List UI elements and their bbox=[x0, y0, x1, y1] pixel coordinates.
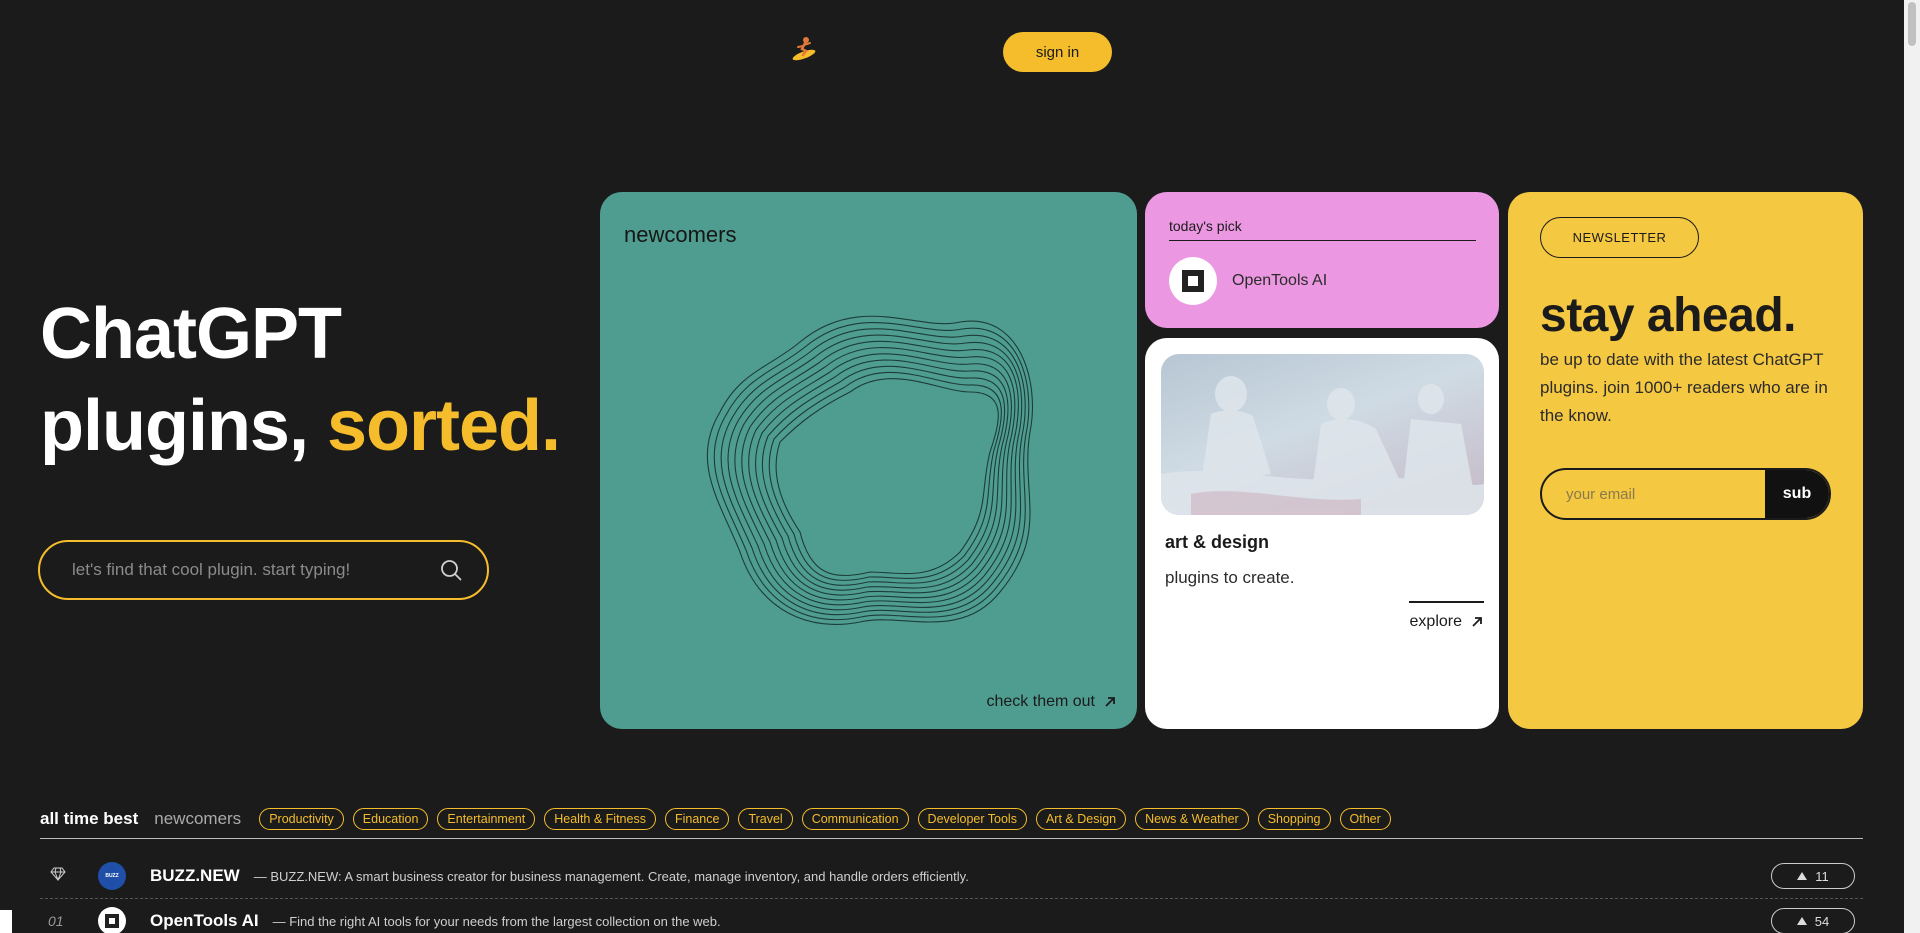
category-chip[interactable]: Shopping bbox=[1257, 808, 1331, 830]
todays-pick-card[interactable]: today's pick OpenTools AI bbox=[1145, 192, 1499, 328]
art-design-divider bbox=[1409, 601, 1484, 603]
page-scrollbar[interactable] bbox=[1904, 0, 1920, 933]
newcomers-card-title: newcomers bbox=[624, 222, 737, 247]
newsletter-form: sub bbox=[1540, 468, 1831, 520]
category-chip[interactable]: Productivity bbox=[259, 808, 344, 830]
vote-count: 11 bbox=[1815, 868, 1829, 884]
category-chip[interactable]: Other bbox=[1339, 808, 1391, 830]
category-chip[interactable]: Health & Fitness bbox=[544, 808, 656, 830]
diamond-icon bbox=[50, 867, 66, 881]
todays-pick-plugin-name[interactable]: OpenTools AI bbox=[1232, 272, 1327, 290]
opentools-logo-icon bbox=[105, 914, 119, 928]
rank-cell bbox=[40, 867, 98, 886]
tab-all-time-best[interactable]: all time best bbox=[40, 809, 138, 829]
opentools-avatar bbox=[1169, 257, 1217, 305]
newcomers-link[interactable]: check them out bbox=[987, 693, 1118, 711]
wave-ring-illustration bbox=[706, 315, 1033, 625]
upvote-arrow-icon bbox=[1797, 872, 1808, 880]
plugin-search[interactable] bbox=[38, 540, 489, 600]
newcomers-card[interactable]: newcomers check them out bbox=[600, 192, 1137, 729]
filter-bar: all time best newcomers Productivity Edu… bbox=[40, 808, 1400, 830]
search-icon[interactable] bbox=[439, 558, 463, 582]
hero-title-white: plugins, bbox=[40, 386, 327, 466]
category-chip[interactable]: Art & Design bbox=[1035, 808, 1127, 830]
plugin-name[interactable]: OpenTools AI bbox=[150, 911, 259, 931]
todays-pick-label: today's pick bbox=[1169, 218, 1242, 234]
sign-in-button[interactable]: sign in bbox=[1003, 32, 1112, 72]
category-chip[interactable]: Communication bbox=[801, 808, 909, 830]
buzz-new-avatar: BUZZ bbox=[98, 862, 126, 890]
rank-number: 01 bbox=[48, 913, 64, 929]
hero-title: ChatGPT plugins, sorted. bbox=[40, 288, 561, 472]
newsletter-card: NEWSLETTER stay ahead. be up to date wit… bbox=[1508, 192, 1863, 729]
newcomers-link-label: check them out bbox=[986, 693, 1096, 710]
upvote-arrow-icon bbox=[1796, 917, 1807, 925]
search-input[interactable] bbox=[72, 560, 439, 580]
newsletter-badge: NEWSLETTER bbox=[1540, 217, 1699, 258]
filter-divider bbox=[40, 838, 1863, 839]
opentools-avatar bbox=[98, 907, 126, 933]
category-chip[interactable]: News & Weather bbox=[1135, 808, 1249, 830]
category-chip[interactable]: Entertainment bbox=[437, 808, 536, 830]
hero-title-line2: plugins, sorted. bbox=[40, 380, 561, 472]
buzz-new-logo-icon: BUZZ bbox=[105, 873, 119, 879]
explore-link[interactable]: explore bbox=[1410, 613, 1484, 631]
plugin-row[interactable]: 01 OpenTools AI — Find the right AI tool… bbox=[40, 899, 1863, 933]
art-design-card[interactable]: art & design plugins to create. explore bbox=[1145, 338, 1499, 729]
surfer-logo-icon[interactable] bbox=[790, 34, 818, 62]
subscribe-button[interactable]: sub bbox=[1765, 470, 1829, 518]
explore-link-label: explore bbox=[1409, 613, 1462, 630]
todays-pick-divider bbox=[1169, 240, 1476, 241]
page: sign in ChatGPT plugins, sorted. newcome… bbox=[0, 0, 1904, 933]
arrow-up-right-icon bbox=[1105, 697, 1115, 707]
plugin-description: — BUZZ.NEW: A smart business creator for… bbox=[253, 868, 969, 884]
hero-title-accent: sorted. bbox=[326, 386, 561, 466]
art-design-title: art & design bbox=[1165, 532, 1270, 552]
category-chip[interactable]: Travel bbox=[738, 808, 793, 830]
plugin-description: — Find the right AI tools for your needs… bbox=[272, 913, 721, 929]
newsletter-title: stay ahead. bbox=[1540, 289, 1796, 342]
newsletter-text: be up to date with the latest ChatGPT pl… bbox=[1540, 350, 1828, 425]
category-chip[interactable]: Developer Tools bbox=[917, 808, 1027, 830]
upvote-button[interactable]: 54 bbox=[1771, 908, 1855, 933]
email-field[interactable] bbox=[1542, 470, 1765, 518]
feedback-tab[interactable] bbox=[0, 910, 12, 933]
scrollbar-thumb[interactable] bbox=[1908, 2, 1916, 46]
statue-image bbox=[1161, 354, 1484, 515]
opentools-logo-icon bbox=[1182, 270, 1204, 292]
category-chip[interactable]: Finance bbox=[664, 808, 730, 830]
tab-newcomers[interactable]: newcomers bbox=[154, 809, 241, 829]
plugin-name[interactable]: BUZZ.NEW bbox=[150, 866, 240, 886]
upvote-button[interactable]: 11 bbox=[1771, 863, 1855, 889]
art-design-subtitle: plugins to create. bbox=[1165, 568, 1295, 587]
vote-count: 54 bbox=[1814, 913, 1830, 929]
plugin-row[interactable]: BUZZ BUZZ.NEW — BUZZ.NEW: A smart busine… bbox=[40, 854, 1863, 898]
hero-title-line1: ChatGPT bbox=[40, 294, 342, 374]
arrow-up-right-icon bbox=[1472, 617, 1482, 627]
category-chip[interactable]: Education bbox=[352, 808, 429, 830]
